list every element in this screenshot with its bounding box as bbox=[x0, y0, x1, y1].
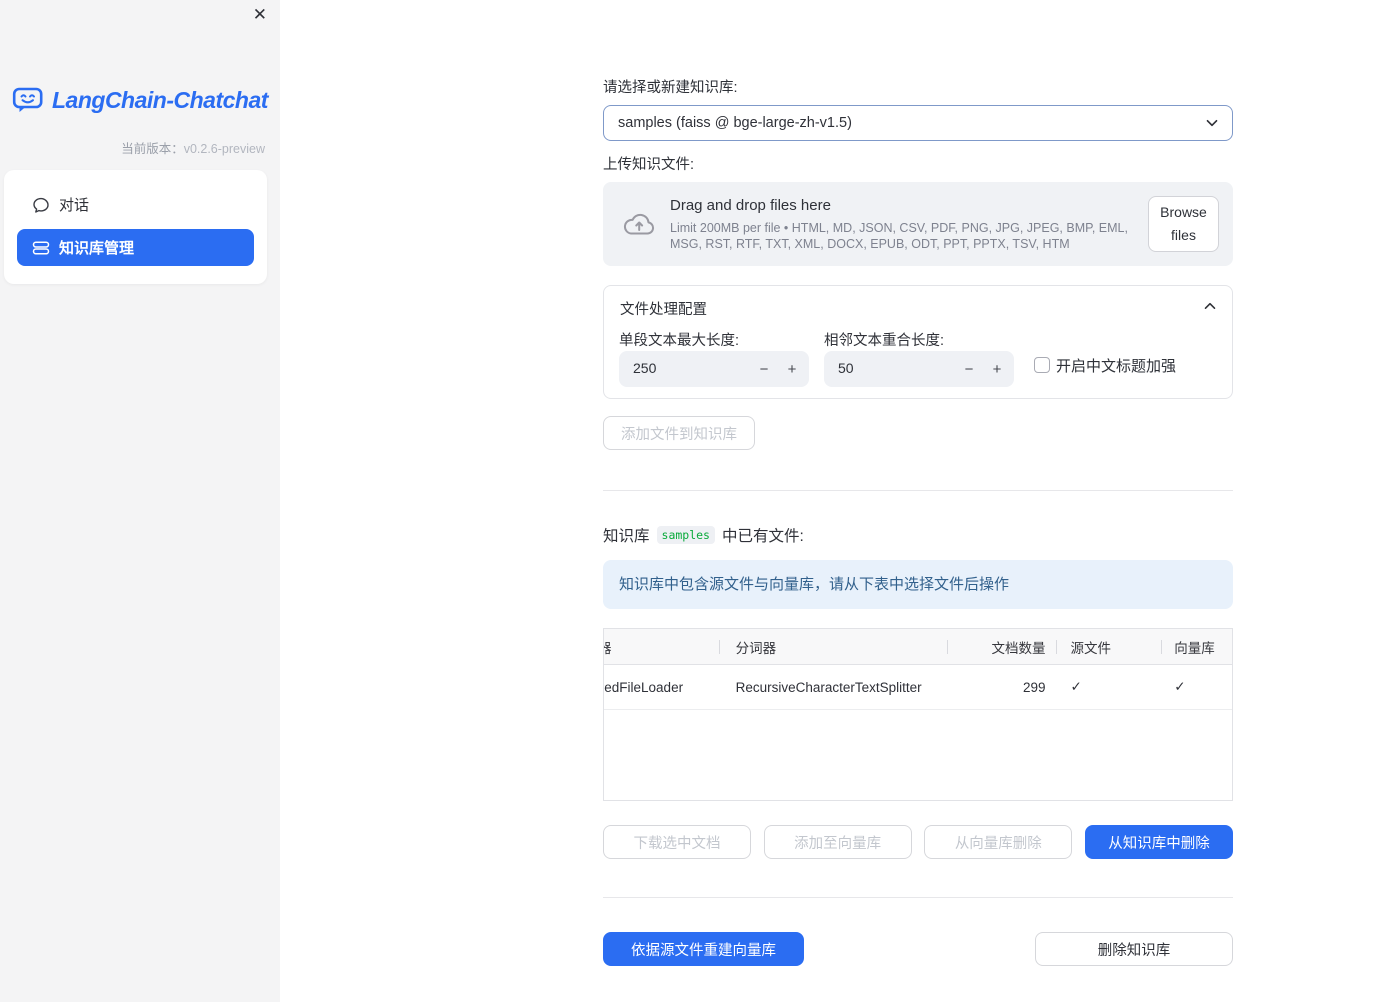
files-table: 文档加载器 分词器 文档数量 源文件 向量库 UnstructuredFileL… bbox=[603, 628, 1233, 801]
file-config-expander: 文件处理配置 单段文本最大长度: 相邻文本重合长度: 250 − + 50 − … bbox=[603, 285, 1233, 399]
dropzone-text: Drag and drop files here Limit 200MB per… bbox=[670, 197, 1148, 252]
delete-kb-button[interactable]: 删除知识库 bbox=[1035, 932, 1233, 966]
brand-name: LangChain-Chatchat bbox=[52, 86, 268, 113]
overlap-increment-button[interactable]: + bbox=[986, 351, 1008, 387]
sidebar-item-label: 知识库管理 bbox=[59, 240, 135, 257]
zh-title-enhance-label: 开启中文标题加强 bbox=[1056, 358, 1177, 375]
cell-loader: UnstructuredFileLoader bbox=[604, 679, 684, 695]
upload-label: 上传知识文件: bbox=[603, 157, 695, 173]
dropzone-limit: Limit 200MB per file • HTML, MD, JSON, C… bbox=[670, 220, 1128, 251]
sidebar-item-label: 对话 bbox=[59, 197, 90, 214]
chevron-up-icon[interactable] bbox=[1202, 298, 1218, 314]
app-root: ✕ LangChain-Chatchat 当前版本：v0.2.6-preview bbox=[0, 0, 1380, 1002]
table-header-row: 文档加载器 分词器 文档数量 源文件 向量库 bbox=[604, 629, 1232, 665]
sidebar: ✕ LangChain-Chatchat 当前版本：v0.2.6-preview bbox=[0, 0, 280, 1002]
kb-select-value: samples (faiss @ bge-large-zh-v1.5) bbox=[618, 115, 852, 131]
sidebar-item-kb-management[interactable]: 知识库管理 bbox=[17, 229, 254, 266]
chunk-decrement-button[interactable]: − bbox=[753, 351, 775, 387]
browse-files-button[interactable]: Browse files bbox=[1148, 195, 1219, 253]
version-label: 当前版本： bbox=[121, 142, 184, 156]
add-files-to-kb-button[interactable]: 添加文件到知识库 bbox=[603, 416, 755, 450]
file-dropzone[interactable]: Drag and drop files here Limit 200MB per… bbox=[603, 182, 1233, 266]
cell-splitter: RecursiveCharacterTextSplitter bbox=[735, 679, 922, 695]
table-row[interactable]: UnstructuredFileLoader RecursiveCharacte… bbox=[604, 665, 1232, 710]
cell-source-file-check: ✓ bbox=[1070, 679, 1082, 694]
kb-select[interactable]: samples (faiss @ bge-large-zh-v1.5) bbox=[603, 105, 1233, 141]
kb-name-code: samples bbox=[656, 526, 715, 544]
col-header-source-file[interactable]: 源文件 bbox=[1057, 629, 1163, 664]
existing-files-heading: 知识库 samples 中已有文件: bbox=[603, 524, 1233, 546]
overlap-size-label: 相邻文本重合长度: bbox=[824, 333, 945, 349]
kb-icon bbox=[32, 239, 50, 257]
kb-select-label: 请选择或新建知识库: bbox=[603, 80, 738, 96]
col-header-doc-count[interactable]: 文档数量 bbox=[948, 629, 1057, 664]
add-to-vector-store-button[interactable]: 添加至向量库 bbox=[763, 825, 912, 859]
cell-doc-count: 299 bbox=[1022, 679, 1046, 695]
divider bbox=[603, 897, 1233, 898]
sidebar-menu: 对话 知识库管理 bbox=[4, 170, 267, 284]
kb-bottom-actions: 依据源文件重建向量库 删除知识库 bbox=[603, 932, 1233, 966]
brand-logo-icon bbox=[12, 86, 46, 114]
info-banner: 知识库中包含源文件与向量库，请从下表中选择文件后操作 bbox=[603, 560, 1233, 609]
files-heading-prefix: 知识库 bbox=[603, 528, 650, 545]
delete-from-vector-store-button[interactable]: 从向量库删除 bbox=[924, 825, 1073, 859]
brand: LangChain-Chatchat bbox=[12, 86, 270, 114]
overlap-size-value: 50 bbox=[838, 360, 854, 376]
cloud-upload-icon bbox=[620, 210, 658, 238]
chunk-size-value: 250 bbox=[633, 360, 657, 376]
col-header-splitter[interactable]: 分词器 bbox=[720, 629, 948, 664]
download-selected-button[interactable]: 下载选中文档 bbox=[603, 825, 751, 859]
chunk-size-label: 单段文本最大长度: bbox=[619, 333, 740, 349]
chevron-down-icon bbox=[1204, 115, 1220, 131]
col-header-vector-store[interactable]: 向量库 bbox=[1162, 629, 1232, 664]
overlap-decrement-button[interactable]: − bbox=[958, 351, 980, 387]
chunk-increment-button[interactable]: + bbox=[781, 351, 803, 387]
delete-from-kb-button[interactable]: 从知识库中删除 bbox=[1084, 825, 1233, 859]
version-value: v0.2.6-preview bbox=[183, 142, 265, 156]
file-action-buttons: 下载选中文档 添加至向量库 从向量库删除 从知识库中删除 bbox=[603, 825, 1233, 859]
chat-icon bbox=[32, 196, 50, 214]
rebuild-vector-store-button[interactable]: 依据源文件重建向量库 bbox=[603, 932, 804, 966]
version-text: 当前版本：v0.2.6-preview bbox=[121, 138, 265, 157]
files-heading-suffix: 中已有文件: bbox=[721, 528, 804, 545]
chunk-size-input[interactable]: 250 − + bbox=[619, 351, 809, 387]
divider bbox=[603, 490, 1233, 491]
expander-title[interactable]: 文件处理配置 bbox=[620, 298, 707, 319]
cell-vector-store-check: ✓ bbox=[1174, 679, 1186, 694]
sidebar-item-chat[interactable]: 对话 bbox=[17, 186, 254, 223]
dropzone-title: Drag and drop files here bbox=[670, 196, 831, 214]
close-sidebar-icon[interactable]: ✕ bbox=[253, 6, 267, 23]
col-header-loader[interactable]: 文档加载器 bbox=[604, 629, 720, 664]
overlap-size-input[interactable]: 50 − + bbox=[824, 351, 1014, 387]
zh-title-enhance-checkbox[interactable] bbox=[1034, 357, 1050, 373]
